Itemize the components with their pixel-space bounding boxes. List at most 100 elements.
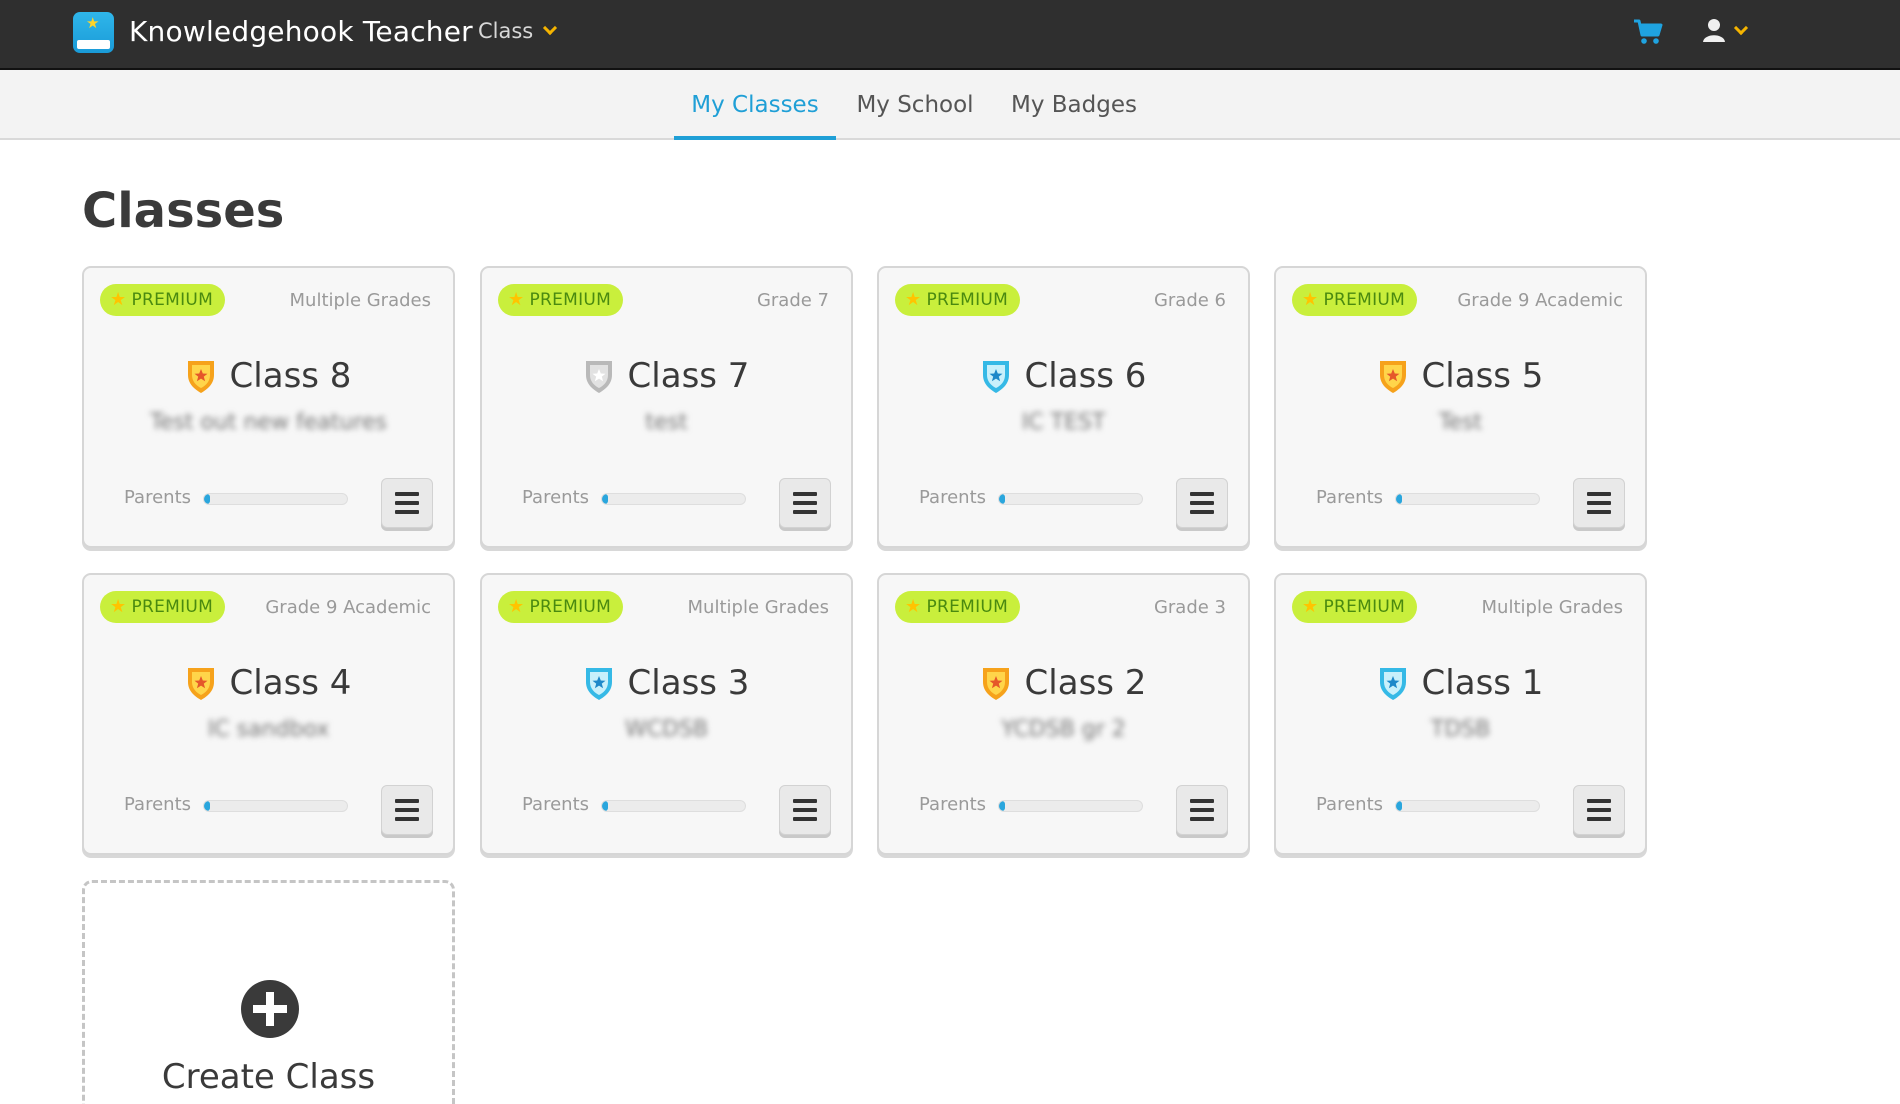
parents-label: Parents [1316,487,1383,508]
class-shield-icon [585,361,612,393]
premium-label: PREMIUM [1323,290,1406,310]
star-icon: ★ [508,596,525,617]
parents-label: Parents [124,487,191,508]
premium-label: PREMIUM [1323,597,1406,617]
page-title: Classes [82,183,285,239]
class-subtitle: IC sandbox [207,717,330,742]
parents-label: Parents [522,487,589,508]
star-icon: ★ [1302,596,1319,617]
parents-label: Parents [522,794,589,815]
app-title[interactable]: Knowledgehook Teacher [129,15,473,48]
parents-label: Parents [1316,794,1383,815]
star-icon: ★ [110,596,127,617]
class-card[interactable]: ★ PREMIUM Multiple Grades Class 1 TDSB P… [1274,573,1647,855]
star-icon: ★ [110,289,127,310]
class-menu-button[interactable] [1176,478,1228,528]
tab-my-school[interactable]: My School [850,70,980,140]
premium-badge: ★ PREMIUM [895,591,1021,623]
class-name: Class 6 [1024,356,1147,396]
class-subtitle: IC TEST [1021,410,1106,435]
class-shield-icon [1379,361,1406,393]
knowledgehook-logo-icon[interactable]: ★ [73,12,114,53]
parents-label: Parents [919,794,986,815]
class-title[interactable]: Class 7 [482,356,851,396]
class-title[interactable]: Class 5 [1276,356,1645,396]
star-icon: ★ [1302,289,1319,310]
class-shield-icon [982,361,1009,393]
parents-progress-fill [999,494,1005,504]
premium-badge: ★ PREMIUM [1292,591,1418,623]
class-title[interactable]: Class 2 [879,663,1248,703]
class-menu-button[interactable] [779,785,831,835]
class-menu-button[interactable] [1573,478,1625,528]
class-title[interactable]: Class 3 [482,663,851,703]
parents-progress-bar [203,800,348,812]
class-grade: Multiple Grades [687,597,829,618]
class-card[interactable]: ★ PREMIUM Multiple Grades Class 8 Test o… [82,266,455,548]
class-name: Class 8 [229,356,352,396]
class-title[interactable]: Class 8 [84,356,453,396]
class-dropdown[interactable]: Class [478,19,558,43]
parents-progress-fill [204,494,210,504]
class-menu-button[interactable] [381,478,433,528]
class-name: Class 3 [627,663,750,703]
class-title[interactable]: Class 4 [84,663,453,703]
class-subtitle: TDSB [1430,717,1491,742]
user-icon [1703,19,1725,42]
class-dropdown-label: Class [478,19,534,43]
class-grade: Grade 3 [1153,597,1226,618]
premium-label: PREMIUM [529,290,612,310]
premium-badge: ★ PREMIUM [498,284,624,316]
class-shield-icon [982,668,1009,700]
user-menu[interactable] [1702,16,1762,46]
premium-badge: ★ PREMIUM [498,591,624,623]
parents-progress-fill [999,801,1005,811]
class-menu-button[interactable] [1176,785,1228,835]
class-card[interactable]: ★ PREMIUM Grade 3 Class 2 YCDSB gr 2 Par… [877,573,1250,855]
class-name: Class 5 [1421,356,1544,396]
premium-badge: ★ PREMIUM [1292,284,1418,316]
class-subtitle: test [645,410,688,435]
parents-progress-bar [601,493,746,505]
class-menu-button[interactable] [381,785,433,835]
plus-icon [241,980,299,1038]
class-title[interactable]: Class 6 [879,356,1248,396]
parents-progress-bar [998,493,1143,505]
tab-my-badges[interactable]: My Badges [1004,70,1144,140]
parents-progress-bar [203,493,348,505]
class-card[interactable]: ★ PREMIUM Multiple Grades Class 3 WCDSB … [480,573,853,855]
class-name: Class 7 [627,356,750,396]
class-name: Class 1 [1421,663,1544,703]
parents-label: Parents [919,487,986,508]
parents-progress-bar [601,800,746,812]
class-grade: Multiple Grades [289,290,431,311]
premium-badge: ★ PREMIUM [895,284,1021,316]
class-subtitle: Test out new features [150,410,387,435]
tab-my-classes[interactable]: My Classes [674,70,836,140]
parents-progress-fill [602,801,608,811]
parents-progress-fill [1396,494,1402,504]
class-card[interactable]: ★ PREMIUM Grade 9 Academic Class 5 Test … [1274,266,1647,548]
class-subtitle: YCDSB gr 2 [1001,717,1126,742]
star-icon: ★ [905,289,922,310]
class-grade: Grade 6 [1153,290,1226,311]
premium-label: PREMIUM [529,597,612,617]
class-card[interactable]: ★ PREMIUM Grade 6 Class 6 IC TEST Parent… [877,266,1250,548]
class-title[interactable]: Class 1 [1276,663,1645,703]
parents-progress-bar [1395,493,1540,505]
chevron-down-icon [543,20,558,36]
cart-icon[interactable] [1633,18,1663,46]
premium-badge: ★ PREMIUM [100,591,226,623]
class-shield-icon [187,361,214,393]
class-shield-icon [187,668,214,700]
class-menu-button[interactable] [1573,785,1625,835]
parents-progress-fill [204,801,210,811]
star-icon: ★ [508,289,525,310]
parents-progress-bar [998,800,1143,812]
class-card[interactable]: ★ PREMIUM Grade 9 Academic Class 4 IC sa… [82,573,455,855]
create-class-button[interactable]: Create Class [82,880,455,1104]
class-menu-button[interactable] [779,478,831,528]
class-grade: Grade 9 Academic [1457,290,1623,311]
class-card[interactable]: ★ PREMIUM Grade 7 Class 7 test Parents [480,266,853,548]
top-navbar: ★ Knowledgehook Teacher Class [0,0,1900,70]
